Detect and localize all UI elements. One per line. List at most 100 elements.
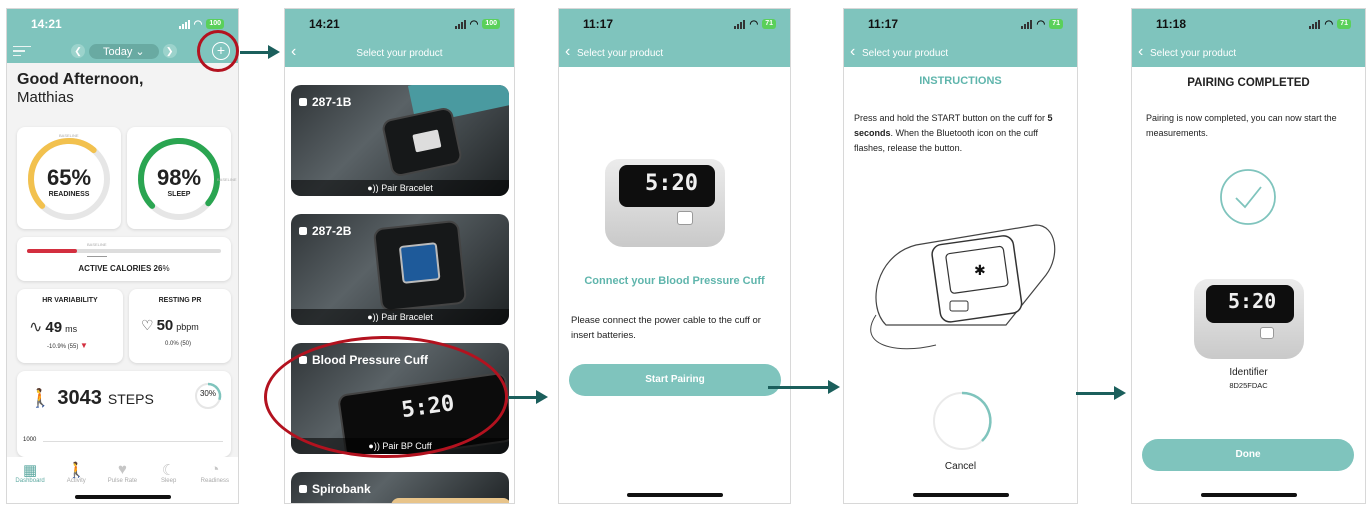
product-icon bbox=[299, 98, 307, 106]
sleep-card[interactable]: BASELINE 98% SLEEP bbox=[127, 127, 237, 229]
wifi-icon: ◠ bbox=[749, 18, 759, 30]
product-card-287-1b[interactable]: 287-1B ●)) Pair Bracelet bbox=[291, 85, 509, 196]
instructions-heading: INSTRUCTIONS bbox=[919, 75, 1002, 87]
steps-value: 3043 bbox=[57, 387, 102, 409]
bracelet-image bbox=[380, 106, 464, 178]
wifi-icon: ◠ bbox=[469, 18, 479, 30]
resting-pr-card[interactable]: RESTING PR ♡ 50 pbpm 0.0% (50) bbox=[129, 289, 231, 363]
navbar: ‹ Select your product bbox=[559, 39, 790, 67]
calories-progress-bar bbox=[27, 249, 221, 253]
identifier-value: 8D25FDAC bbox=[1229, 381, 1268, 390]
walking-icon: 🚶 bbox=[29, 388, 52, 408]
wifi-icon: ◠ bbox=[1036, 18, 1046, 30]
pair-bracelet-label: ●)) Pair Bracelet bbox=[291, 309, 509, 325]
product-icon bbox=[299, 485, 307, 493]
today-dropdown[interactable]: Today ⌄ bbox=[89, 43, 159, 59]
loading-spinner bbox=[933, 391, 992, 450]
signal-waves-icon: ●)) bbox=[367, 183, 379, 193]
wifi-icon: ◠ bbox=[193, 18, 203, 30]
instructions-text: Press and hold the START button on the c… bbox=[854, 113, 1053, 153]
dashboard-screen: 14:21 ◠ 100 ❮ Today ⌄ ❯ + Good Afternoon… bbox=[6, 8, 239, 504]
menu-icon[interactable] bbox=[13, 45, 31, 57]
pair-bracelet-label: ●)) Pair Bracelet bbox=[291, 180, 509, 196]
battery-icon: 71 bbox=[1049, 19, 1063, 29]
page-title: Select your product bbox=[356, 47, 443, 59]
bluetooth-icon: ✱ bbox=[974, 263, 986, 279]
signal-icon bbox=[454, 19, 466, 29]
battery-icon: 71 bbox=[762, 19, 776, 29]
flow-arrow-head bbox=[536, 390, 548, 404]
cancel-button[interactable]: Cancel bbox=[844, 461, 1077, 472]
tab-dashboard[interactable]: ▦ Dashboard bbox=[8, 461, 52, 503]
readiness-card[interactable]: BASELINE 65% READINESS bbox=[17, 127, 121, 229]
bp-cuff-image: 5:20 bbox=[1194, 279, 1304, 359]
back-label[interactable]: Select your product bbox=[844, 48, 1077, 59]
wifi-icon: ◠ bbox=[1324, 18, 1334, 30]
readiness-value: 65% bbox=[46, 165, 92, 190]
battery-icon: 100 bbox=[206, 19, 224, 29]
back-chevron-icon[interactable]: ‹ bbox=[565, 43, 570, 61]
hrv-change: -10.9% (55) bbox=[47, 344, 79, 350]
next-day-button[interactable]: ❯ bbox=[162, 44, 177, 58]
home-indicator bbox=[626, 493, 723, 497]
navbar: ‹ Select your product bbox=[844, 39, 1077, 67]
sleep-label: SLEEP bbox=[167, 191, 191, 198]
signal-icon bbox=[734, 19, 746, 29]
checkmark-icon bbox=[1220, 169, 1276, 225]
bp-cuff-image: 5:20 bbox=[605, 159, 725, 247]
greeting: Good Afternoon, Matthias bbox=[17, 71, 144, 106]
battery-icon: 100 bbox=[482, 19, 500, 29]
status-bar: 11:17 ◠ 71 bbox=[844, 9, 1077, 39]
connect-instructions: Please connect the power cable to the cu… bbox=[571, 315, 761, 341]
home-indicator bbox=[1200, 493, 1297, 497]
pairing-completed-screen: 11:18 ◠ 71 ‹ Select your product PAIRING… bbox=[1131, 8, 1366, 504]
back-chevron-icon[interactable]: ‹ bbox=[1138, 43, 1143, 61]
navbar: ‹ Select your product bbox=[1132, 39, 1365, 67]
connect-heading: Connect your Blood Pressure Cuff bbox=[584, 275, 765, 287]
product-card-287-2b[interactable]: 287-2B ●)) Pair Bracelet bbox=[291, 214, 509, 325]
active-calories-label: ACTIVE CALORIES 26% bbox=[78, 264, 170, 273]
identifier-label: Identifier bbox=[1229, 367, 1268, 378]
sleep-value: 98% bbox=[156, 165, 202, 190]
signal-icon bbox=[1309, 19, 1321, 29]
down-triangle-icon: ▼ bbox=[80, 341, 88, 350]
heart-icon: ♡ bbox=[141, 317, 154, 333]
back-label[interactable]: Select your product bbox=[559, 48, 790, 59]
flow-arrow bbox=[768, 386, 830, 389]
highlight-circle bbox=[197, 30, 239, 72]
cuff-line-drawing: ✱ bbox=[870, 224, 1056, 350]
resting-change: 0.0% (50) bbox=[165, 341, 192, 347]
previous-day-button[interactable]: ❮ bbox=[71, 44, 85, 58]
flow-arrow-head bbox=[1114, 386, 1126, 400]
back-chevron-icon[interactable]: ‹ bbox=[850, 43, 855, 61]
start-pairing-button[interactable]: Start Pairing bbox=[569, 364, 781, 396]
active-calories-card[interactable]: BASELINE ACTIVE CALORIES 26% bbox=[17, 237, 231, 281]
status-bar: 11:18 ◠ 71 bbox=[1132, 9, 1365, 39]
pairing-heading: PAIRING COMPLETED bbox=[1187, 77, 1310, 89]
tab-readiness[interactable]: ◔ Readiness bbox=[193, 461, 237, 503]
heart-icon: ♥ bbox=[118, 461, 127, 478]
gauge-icon: ◔ bbox=[210, 461, 220, 478]
status-time: 14:21 bbox=[31, 17, 62, 31]
flow-arrow-head bbox=[828, 380, 840, 394]
battery-icon: 71 bbox=[1337, 19, 1351, 29]
resting-value: 50 bbox=[156, 317, 174, 334]
steps-card[interactable]: 🚶 3043 STEPS 30% 1000 bbox=[17, 371, 231, 457]
date-selector: ❮ Today ⌄ ❯ bbox=[71, 43, 177, 59]
hrv-value: 49 bbox=[45, 319, 63, 336]
flow-arrow bbox=[240, 51, 270, 54]
hr-variability-card[interactable]: HR VARIABILITY ∿ 49 ms -10.9% (55) ▼ bbox=[17, 289, 123, 363]
heartbeat-icon: ∿ bbox=[29, 319, 43, 336]
back-label[interactable]: Select your product bbox=[1132, 48, 1365, 59]
flow-arrow bbox=[1076, 392, 1116, 395]
highlight-ellipse bbox=[264, 336, 508, 458]
back-chevron-icon[interactable]: ‹ bbox=[291, 43, 296, 61]
pairing-body: Pairing is now completed, you can now st… bbox=[1146, 113, 1337, 138]
dashboard-icon: ▦ bbox=[23, 462, 38, 479]
moon-icon: ☾ bbox=[161, 462, 176, 479]
product-card-spirobank[interactable]: Spirobank bbox=[291, 472, 509, 503]
signal-icon bbox=[178, 19, 190, 29]
home-indicator bbox=[74, 495, 171, 499]
user-name: Matthias bbox=[17, 89, 74, 106]
done-button[interactable]: Done bbox=[1142, 439, 1354, 471]
